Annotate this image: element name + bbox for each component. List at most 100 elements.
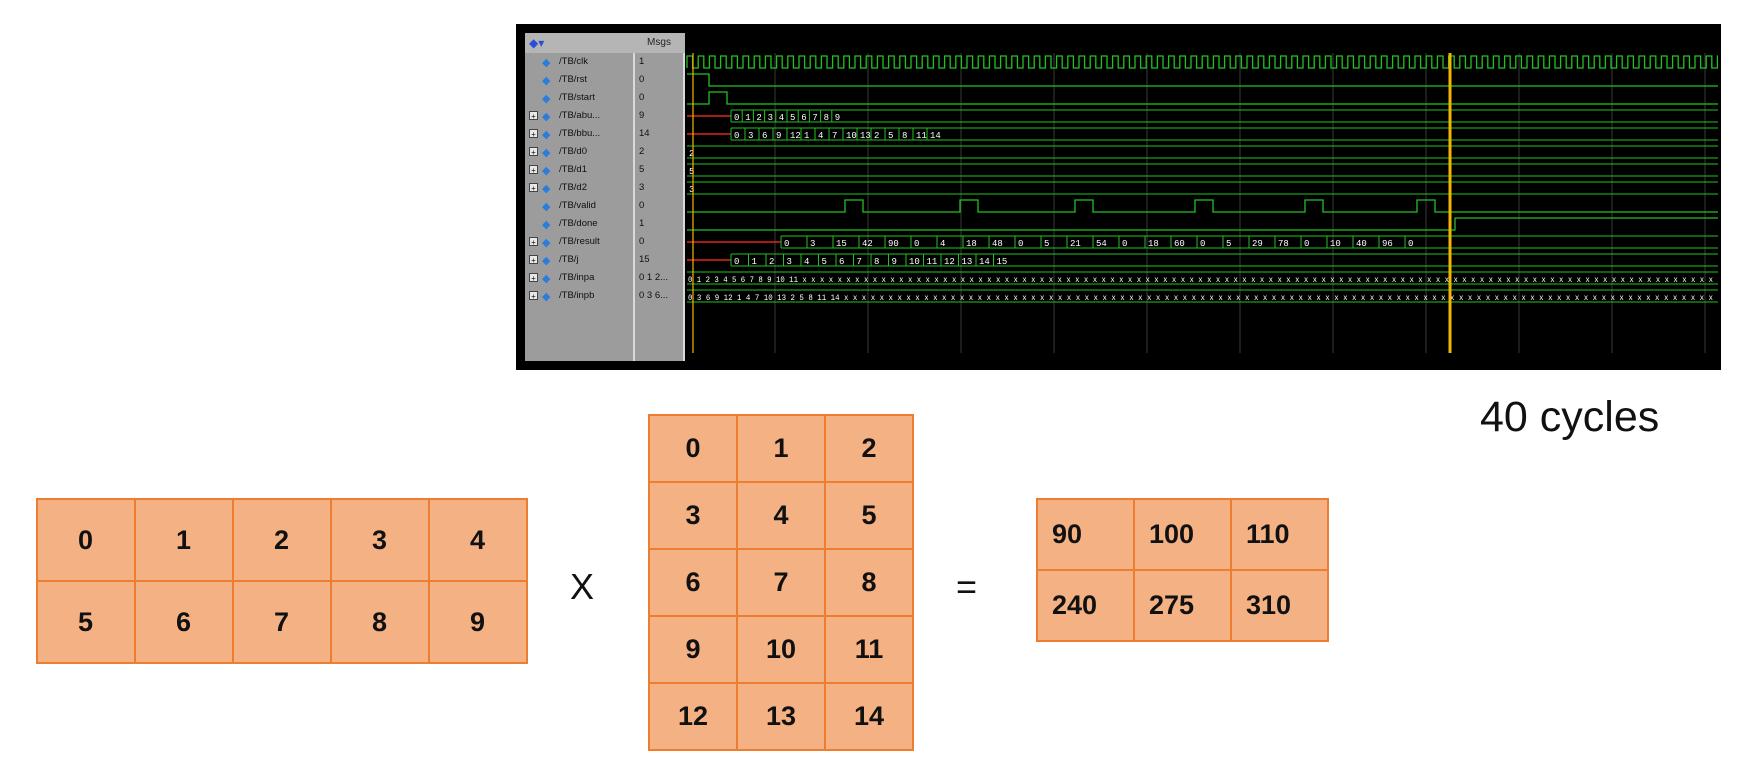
result-tail [1431,235,1718,249]
signal-row[interactable]: ◆ /TB/clk 1 [525,53,685,71]
abu-label: 1 [745,113,750,123]
signal-row[interactable]: ◆ /TB/rst 0 [525,71,685,89]
abu-label: 0 [734,113,739,123]
signal-diamond-icon: ◆ [542,255,551,267]
signal-row[interactable]: + ◆ /TB/abu... 9 [525,107,685,125]
bbu-label: 10 [846,131,857,141]
j-label: 0 [734,257,739,267]
signal-name: /TB/clk [559,56,589,67]
bbu-label: 5 [888,131,893,141]
bbu-tail [941,127,1718,141]
expand-icon[interactable]: + [529,129,538,139]
j-label: 7 [857,257,862,267]
matrix-b-cell: 4 [736,481,826,550]
matrix-b-row: 678 [648,548,914,617]
signal-row[interactable]: + ◆ /TB/d2 3 [525,179,685,197]
matrix-a-cell: 2 [232,498,332,582]
bbu-label: 1 [804,131,809,141]
waveform-plot[interactable]: 0 1 2 3 4 5 6 7 8 9 0 3 6 9 12 1 4 7 10 13 2 5 8 11 14 0 3 15 42 90 0 4… [685,53,1718,361]
matrix-c-cell: 100 [1133,498,1232,571]
rst-trace [687,73,1718,87]
expand-icon[interactable]: + [529,183,538,193]
result-label: 3 [810,239,815,249]
waveform-traces: 0 1 2 3 4 5 6 7 8 90 3 6 9 12 1 4 7 10 13 2 5 8 11 140 3 15 42 90 0 4… [686,53,1718,353]
valid-trace [687,199,1718,213]
j-label: 10 [909,257,920,267]
d0-trace [687,145,1718,159]
result-label: 18 [1148,239,1159,249]
abu-tail [843,109,1718,123]
matrix-a-cell: 4 [428,498,528,582]
signal-row[interactable]: ◆ /TB/done 1 [525,215,685,233]
signal-diamond-icon: ◆ [542,75,551,87]
result-label: 0 [1304,239,1309,249]
signal-row[interactable]: + ◆ /TB/bbu... 14 [525,125,685,143]
signal-value: 1 [639,56,645,67]
signal-value: 0 1 2... [639,272,669,283]
matrix-b-cell: 3 [648,481,738,550]
bbu-label: 9 [776,131,781,141]
signal-diamond-icon: ◆ [542,183,551,195]
multiply-operator: X [570,566,595,607]
d1-trace [687,163,1718,177]
j-label: 6 [839,257,844,267]
bbu-label: 11 [916,131,927,141]
abu-label: 7 [812,113,817,123]
signal-name: /TB/valid [559,200,596,211]
expand-icon[interactable]: + [529,111,538,121]
signal-diamond-icon: ◆ [542,57,551,69]
signal-row[interactable]: + ◆ /TB/result 0 [525,233,685,251]
signal-name: /TB/inpb [559,290,595,301]
expand-icon[interactable]: + [529,237,538,247]
matrix-b-row: 12 13 14 [648,682,914,751]
signal-diamond-icon: ◆ [542,273,551,285]
matrix-b-cell: 10 [736,615,826,684]
d2-trace [687,181,1718,195]
expand-icon[interactable]: + [529,291,538,301]
matrix-a-row: 56789 [36,580,528,664]
bbu-label: 0 [734,131,739,141]
signal-value: 0 3 6... [639,290,669,301]
j-label: 5 [822,257,827,267]
bbu-label: 8 [902,131,907,141]
waveform-window: ◆▾ Msgs ◆ /TB/clk 1 ◆ /TB/rst 0 ◆ /TB/start 0 + ◆ /… [516,24,1721,370]
matrix-b-cell: 5 [824,481,914,550]
signal-row[interactable]: ◆ /TB/valid 0 [525,197,685,215]
matrix-a-cell: 6 [134,580,234,664]
matrix-b-cell: 6 [648,548,738,617]
signal-diamond-icon: ◆ [542,111,551,123]
signal-name: /TB/abu... [559,110,601,121]
result-label: 21 [1070,239,1081,249]
expand-icon[interactable]: + [529,255,538,265]
matrix-b-cell: 2 [824,414,914,483]
matrix-c-cell: 240 [1036,569,1135,642]
signal-diamond-icon: ◆ [542,147,551,159]
signal-row[interactable]: + ◆ /TB/d0 2 [525,143,685,161]
expand-icon[interactable]: + [529,147,538,157]
expand-icon[interactable]: + [529,165,538,175]
matrix-b-row: 012 [648,414,914,483]
signal-value: 9 [639,110,645,121]
signal-row[interactable]: + ◆ /TB/inpb 0 3 6... [525,287,685,305]
matrix-c-row: 240 275 310 [1036,569,1329,642]
matrix-a-row: 01234 [36,498,528,582]
bbu-label: 14 [930,131,941,141]
result-label: 0 [784,239,789,249]
signal-row[interactable]: ◆ /TB/start 0 [525,89,685,107]
signal-value: 0 [639,236,645,247]
matrix-c-row: 90 100 110 [1036,498,1329,571]
j-label: 2 [769,257,774,267]
signal-row[interactable]: + ◆ /TB/inpa 0 1 2... [525,269,685,287]
result-label: 5 [1044,239,1049,249]
result-label: 4 [940,239,945,249]
expand-icon[interactable]: + [529,273,538,283]
bbu-label: 7 [832,131,837,141]
matrix-a-cell: 0 [36,498,136,582]
signal-row[interactable]: + ◆ /TB/j 15 [525,251,685,269]
wave-tool-icon[interactable]: ◆▾ [529,36,544,50]
result-label: 0 [914,239,919,249]
j-label: 1 [752,257,757,267]
bbu-label: 12 [790,131,801,141]
matrix-a-cell: 3 [330,498,430,582]
signal-row[interactable]: + ◆ /TB/d1 5 [525,161,685,179]
